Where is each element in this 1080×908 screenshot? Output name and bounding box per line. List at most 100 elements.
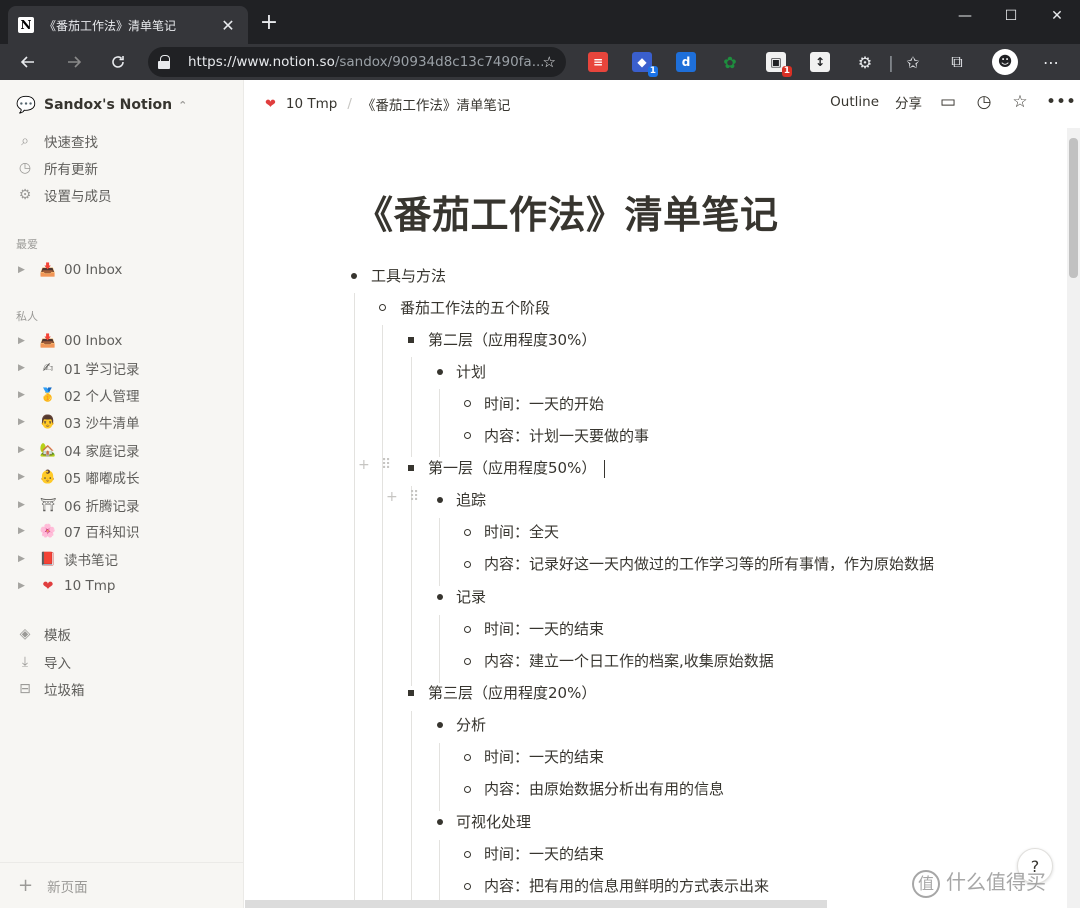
bullet-disc: [437, 369, 443, 375]
favorite-star-icon[interactable]: ☆: [1010, 92, 1030, 112]
vertical-scrollbar[interactable]: [1067, 128, 1080, 908]
list-item[interactable]: 内容：计划一天要做的事: [484, 425, 649, 447]
horizontal-scrollbar[interactable]: [245, 900, 827, 908]
bullet-square: [408, 690, 414, 696]
sidebar-item-tmp[interactable]: ▶ ❤ 10 Tmp: [18, 575, 115, 597]
list-item[interactable]: 内容：建立一个日工作的档案,收集原始数据: [484, 650, 774, 672]
page-title[interactable]: 《番茄工作法》清单笔记: [355, 184, 779, 239]
expand-triangle-icon[interactable]: ▶: [18, 472, 30, 482]
favorites-icon[interactable]: ✩: [902, 52, 924, 72]
list-item[interactable]: 内容：记录好这一天内做过的工作学习等的所有事情，作为原始数据: [484, 553, 934, 575]
sidebar-trash[interactable]: ⊟ 垃圾箱: [16, 678, 84, 700]
list-item[interactable]: 时间：全天: [484, 521, 559, 543]
sidebar-item-growth[interactable]: ▶ 👶 05 嘟嘟成长: [18, 466, 139, 488]
expand-triangle-icon[interactable]: ▶: [18, 526, 30, 536]
browser-tab[interactable]: N 《番茄工作法》清单笔记 ✕: [8, 6, 248, 44]
bullet-circle: [464, 561, 471, 568]
sidebar-item-reading[interactable]: ▶ 📕 读书笔记: [18, 548, 118, 570]
list-item[interactable]: 记录: [456, 586, 486, 608]
indent-guide: [439, 615, 440, 683]
workspace-switcher[interactable]: 💬 Sandox's Notion ⌃: [16, 96, 187, 114]
history-clock-icon[interactable]: ◷: [974, 92, 994, 112]
address-bar[interactable]: https://www.notion.so/sandox/90934d8c13c…: [148, 47, 566, 77]
extension-screen-icon[interactable]: ▣ 1: [766, 52, 792, 77]
list-item[interactable]: 可视化处理: [456, 811, 531, 833]
maximize-button[interactable]: ☐: [988, 0, 1034, 32]
extensions-puzzle-icon[interactable]: ⚙: [854, 52, 876, 72]
list-item[interactable]: 番茄工作法的五个阶段: [400, 297, 550, 319]
list-item[interactable]: 第三层（应用程度20%）: [428, 682, 596, 704]
list-item[interactable]: 时间：一天的结束: [484, 618, 604, 640]
bullet-circle: [464, 658, 471, 665]
bullet-disc: [437, 594, 443, 600]
clock-icon: ◷: [18, 160, 32, 176]
breadcrumb-current[interactable]: 《番茄工作法》清单笔记: [362, 94, 511, 114]
breadcrumb-parent[interactable]: 10 Tmp: [286, 96, 337, 112]
list-item[interactable]: 时间：一天的结束: [484, 843, 604, 865]
sidebar-item-tinker[interactable]: ▶ ⛩ 06 折腾记录: [18, 494, 139, 516]
sidebar-item-wiki[interactable]: ▶ 🌸 07 百科知识: [18, 520, 139, 542]
new-tab-button[interactable]: +: [258, 12, 280, 34]
expand-triangle-icon[interactable]: ▶: [18, 390, 30, 400]
extension-red-icon[interactable]: ≡: [588, 52, 608, 72]
list-item-editing[interactable]: 第一层（应用程度50%）: [428, 457, 606, 479]
list-item[interactable]: 内容：把有用的信息用鲜明的方式表示出来: [484, 875, 769, 897]
profile-avatar[interactable]: ☻: [992, 49, 1018, 75]
sidebar-all-updates[interactable]: ◷ 所有更新: [16, 157, 98, 179]
extension-green-icon[interactable]: ✿: [720, 52, 740, 72]
add-block-plus-icon[interactable]: +: [386, 489, 398, 505]
sidebar-item-study[interactable]: ▶ ✍ 01 学习记录: [18, 357, 139, 379]
search-icon: ⌕: [21, 133, 29, 149]
browser-toolbar: https://www.notion.so/sandox/90934d8c13c…: [0, 44, 1080, 80]
breadcrumb-separator: /: [347, 96, 352, 112]
list-item[interactable]: 时间：一天的结束: [484, 746, 604, 768]
list-item[interactable]: 第二层（应用程度30%）: [428, 329, 596, 351]
more-menu-icon[interactable]: ⋯: [1040, 52, 1062, 72]
sidebar-item-family[interactable]: ▶ 🏡 04 家庭记录: [18, 439, 139, 461]
sidebar-item-personal[interactable]: ▶ 🥇 02 个人管理: [18, 384, 139, 406]
drag-handle-icon[interactable]: ⠿: [409, 489, 419, 505]
scrollbar-thumb[interactable]: [1069, 138, 1078, 278]
close-tab-icon[interactable]: ✕: [218, 16, 238, 35]
more-options-icon[interactable]: •••: [1046, 92, 1076, 112]
add-block-plus-icon[interactable]: +: [358, 457, 370, 473]
workspace-name: Sandox's Notion: [44, 97, 173, 113]
expand-triangle-icon[interactable]: ▶: [18, 363, 30, 373]
toolbar-divider: |: [888, 52, 894, 72]
add-favorite-icon[interactable]: ☆: [543, 53, 556, 71]
list-item[interactable]: 时间：一天的开始: [484, 393, 604, 415]
list-item[interactable]: 计划: [456, 361, 486, 383]
comment-icon[interactable]: ▭: [938, 92, 958, 112]
expand-triangle-icon[interactable]: ▶: [18, 445, 30, 455]
list-item[interactable]: 工具与方法: [371, 265, 446, 287]
expand-triangle-icon[interactable]: ▶: [18, 265, 30, 275]
list-item[interactable]: 追踪: [456, 489, 486, 511]
new-page-button[interactable]: + 新页面: [0, 862, 243, 908]
outline-button[interactable]: Outline: [830, 94, 879, 110]
refresh-icon[interactable]: [104, 48, 132, 76]
sidebar-item-list[interactable]: ▶ 👨 03 沙牛清单: [18, 411, 139, 433]
expand-triangle-icon[interactable]: ▶: [18, 336, 30, 346]
expand-triangle-icon[interactable]: ▶: [18, 554, 30, 564]
expand-triangle-icon[interactable]: ▶: [18, 581, 30, 591]
expand-triangle-icon[interactable]: ▶: [18, 417, 30, 427]
collections-icon[interactable]: ⧉: [946, 52, 968, 72]
drag-handle-icon[interactable]: ⠿: [381, 457, 391, 473]
sidebar-item-favorite-inbox[interactable]: ▶ 📥 00 Inbox: [18, 259, 122, 281]
sidebar-item-inbox[interactable]: ▶ 📥 00 Inbox: [18, 330, 122, 352]
sidebar-import[interactable]: ⤓ 导入: [16, 651, 71, 673]
share-button[interactable]: 分享: [895, 92, 922, 112]
list-item[interactable]: 分析: [456, 714, 486, 736]
sidebar-templates[interactable]: ◈ 模板: [16, 623, 71, 645]
back-arrow-icon[interactable]: [14, 48, 42, 76]
extension-shield-icon[interactable]: ◆ 1: [632, 52, 658, 77]
expand-triangle-icon[interactable]: ▶: [18, 500, 30, 510]
minimize-button[interactable]: —: [942, 0, 988, 32]
extension-d-icon[interactable]: d: [676, 52, 696, 72]
forward-arrow-icon[interactable]: [60, 48, 88, 76]
sidebar-quick-find[interactable]: ⌕ 快速查找: [16, 130, 98, 152]
extension-box-icon[interactable]: ↕: [810, 52, 830, 72]
close-window-button[interactable]: ✕: [1034, 0, 1080, 32]
sidebar-settings[interactable]: ⚙ 设置与成员: [16, 184, 112, 206]
list-item[interactable]: 内容：由原始数据分析出有用的信息: [484, 778, 724, 800]
